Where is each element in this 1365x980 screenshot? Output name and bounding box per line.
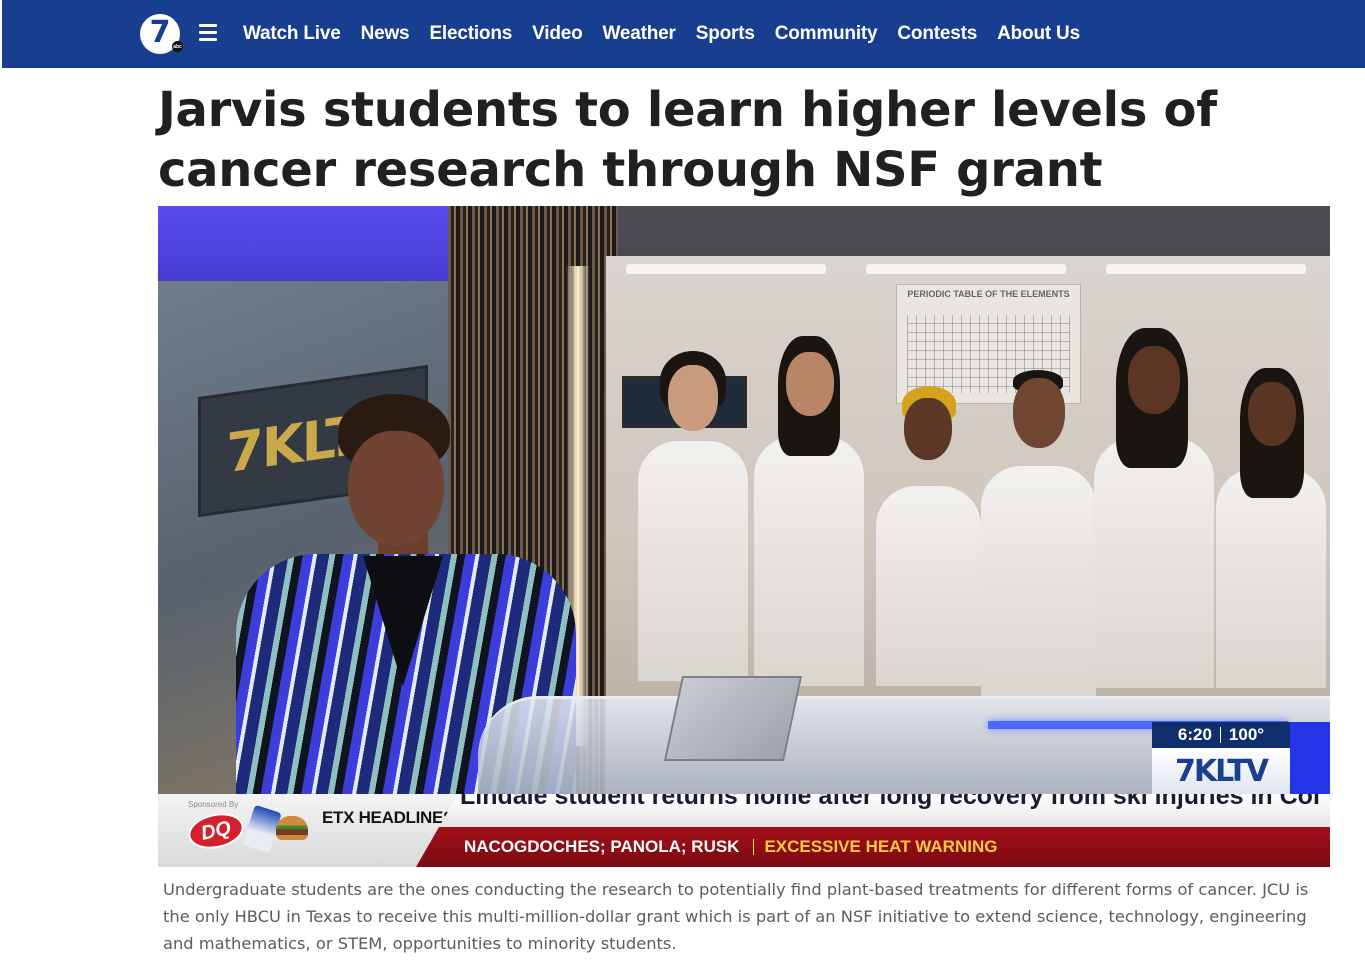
ticker-scroll-text: Lindale student returns home after long … [460, 794, 1320, 810]
student-figure [754, 336, 864, 686]
video-caption: Undergraduate students are the ones cond… [163, 880, 1309, 953]
ceiling-light [866, 264, 1066, 274]
professor-figure [981, 366, 1096, 696]
abc-badge: abc [172, 41, 183, 52]
logo-number: 7 [149, 15, 171, 50]
laptop [663, 676, 803, 761]
sponsor-label: Sponsored By [188, 800, 239, 809]
article-headline: Jarvis students to learn higher levels o… [158, 82, 1217, 198]
video-player[interactable]: 7KLTV PERIODIC TABLE OF THE ELEMENTS 6:2… [158, 206, 1330, 867]
ticker-alert-bar: NACOGDOCHES; PANOLA; RUSK EXCESSIVE HEAT… [416, 827, 1330, 867]
nav-item-video[interactable]: Video [532, 23, 583, 45]
nav-item-watch-live[interactable]: Watch Live [243, 23, 341, 45]
nav-item-about-us[interactable]: About Us [997, 23, 1080, 45]
student-figure [1094, 328, 1214, 688]
ticker-alert: EXCESSIVE HEAT WARNING [764, 837, 998, 856]
ticker-sponsor-panel: Sponsored By DQ ETX HEADLINES [158, 794, 458, 867]
student-figure [1216, 368, 1326, 688]
nav-item-elections[interactable]: Elections [429, 23, 512, 45]
student-figure [876, 386, 981, 686]
station-logo[interactable]: 7 abc [140, 14, 183, 54]
nav-item-news[interactable]: News [361, 23, 410, 45]
nav-item-community[interactable]: Community [775, 23, 878, 45]
time-temp-bug: 6:20 100° [1152, 722, 1290, 748]
dq-logo: DQ [185, 808, 247, 854]
bug-temperature: 100° [1228, 725, 1265, 744]
ceiling-light [1106, 264, 1306, 274]
nav-item-contests[interactable]: Contests [897, 23, 977, 45]
burger-icon [276, 816, 308, 840]
hamburger-icon[interactable] [199, 24, 217, 42]
student-figure [638, 351, 748, 681]
nav-links: Watch Live News Elections Video Weather … [243, 0, 1100, 68]
bug-accent [1290, 722, 1330, 794]
anchor-face [348, 431, 444, 546]
nav-item-weather[interactable]: Weather [603, 23, 676, 45]
ticker-counties: NACOGDOCHES; PANOLA; RUSK [464, 837, 740, 856]
station-bug-logo: 7KLTV [1152, 748, 1290, 794]
video-frame: 7KLTV PERIODIC TABLE OF THE ELEMENTS 6:2… [158, 206, 1330, 794]
ticker-section-label: ETX HEADLINES [322, 808, 455, 827]
nav-item-sports[interactable]: Sports [696, 23, 755, 45]
bug-time: 6:20 [1177, 725, 1212, 744]
top-nav: 7 abc Watch Live News Elections Video We… [2, 0, 1365, 68]
ceiling-light [626, 264, 826, 274]
news-ticker: Lindale student returns home after long … [158, 794, 1330, 867]
periodic-table-title: PERIODIC TABLE OF THE ELEMENTS [907, 289, 1070, 299]
bug-logo-text: 7KLTV [1175, 753, 1269, 789]
ticker-scroll-bar: Lindale student returns home after long … [448, 794, 1330, 827]
